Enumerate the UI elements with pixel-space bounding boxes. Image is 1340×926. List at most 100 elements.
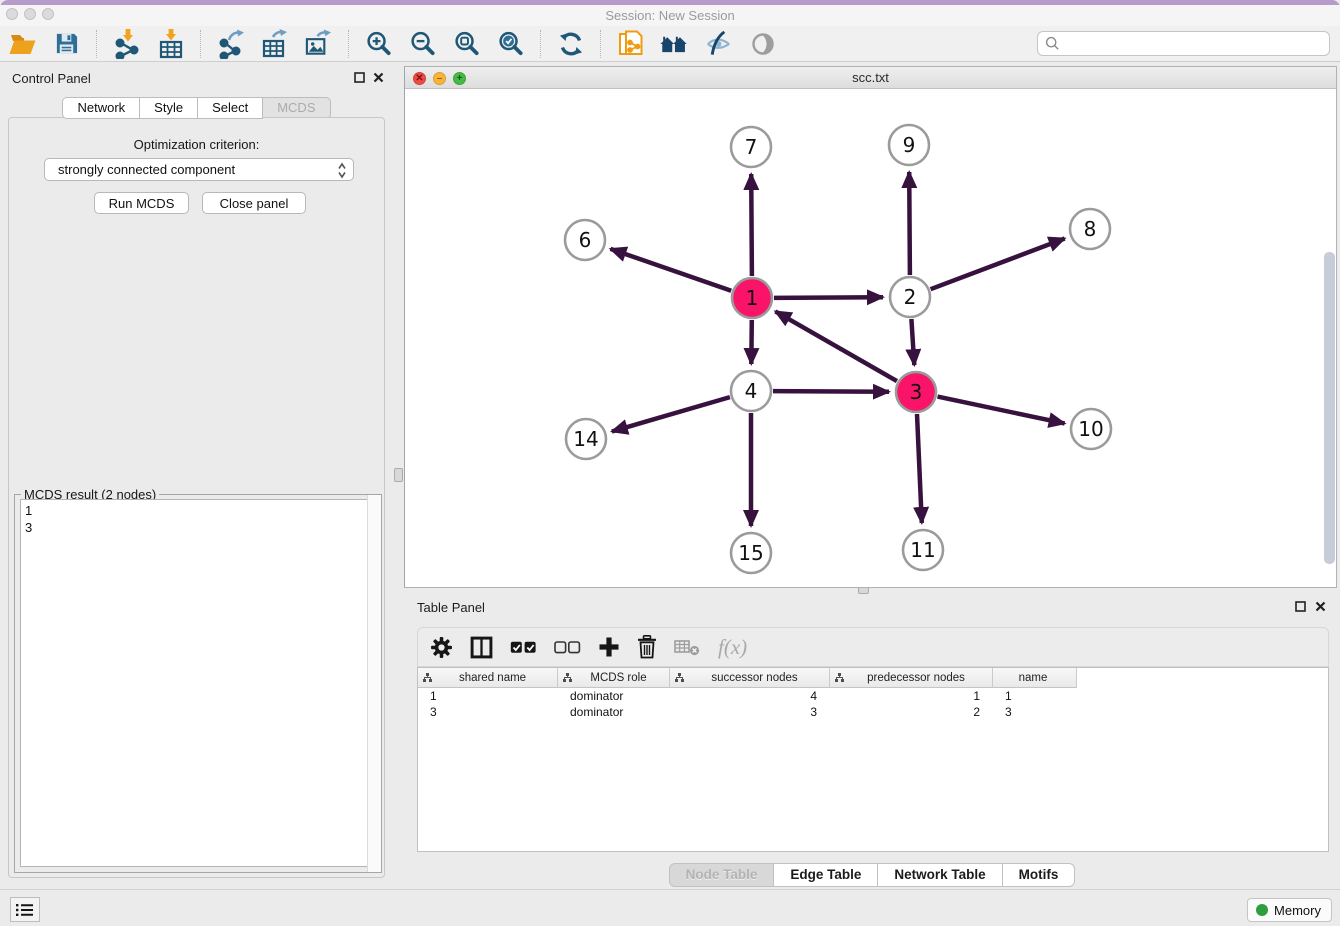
graph-edge-2-3[interactable] xyxy=(911,319,914,365)
unselect-all-columns-icon[interactable] xyxy=(554,641,581,654)
export-table-icon[interactable] xyxy=(260,29,289,59)
graph-edge-1-2[interactable] xyxy=(774,297,883,298)
table-cell: 3 xyxy=(993,704,1077,720)
select-all-columns-icon[interactable] xyxy=(510,641,537,654)
control-tab-style[interactable]: Style xyxy=(139,97,198,119)
graph-node-9[interactable]: 9 xyxy=(889,125,929,165)
column-header-name[interactable]: name xyxy=(993,668,1077,688)
close-panel-button[interactable]: Close panel xyxy=(202,192,306,214)
graph-edge-3-11[interactable] xyxy=(917,414,922,523)
zoom-out-icon[interactable] xyxy=(408,29,437,59)
control-tab-select[interactable]: Select xyxy=(197,97,263,119)
toolbar-separator xyxy=(200,30,201,58)
table-cell: 1 xyxy=(830,688,993,704)
mcds-result-text[interactable]: 13 xyxy=(20,499,376,867)
horizontal-splitter-grip[interactable] xyxy=(858,587,869,594)
table-cell: 3 xyxy=(418,704,558,720)
control-panel: Control Panel NetworkStyleSelectMCDS Opt… xyxy=(0,62,393,889)
graph-edge-1-7[interactable] xyxy=(751,174,752,276)
graph-edge-3-1[interactable] xyxy=(775,311,897,381)
node-table: shared nameMCDS rolesuccessor nodesprede… xyxy=(417,667,1329,852)
optimization-criterion-select[interactable]: strongly connected component xyxy=(44,158,354,181)
table-options-icon[interactable] xyxy=(430,636,453,659)
table-cell: dominator xyxy=(558,688,670,704)
graph-node-14[interactable]: 14 xyxy=(566,419,606,459)
show-all-icon[interactable] xyxy=(748,29,777,59)
graph-node-4[interactable]: 4 xyxy=(731,371,771,411)
column-header-predecessor-nodes[interactable]: predecessor nodes xyxy=(830,668,993,688)
export-network-icon[interactable] xyxy=(216,29,245,59)
control-panel-header: Control Panel xyxy=(0,62,393,92)
graph-node-15[interactable]: 15 xyxy=(731,533,771,573)
control-tab-mcds[interactable]: MCDS xyxy=(262,97,330,119)
table-panel-title: Table Panel xyxy=(417,600,485,615)
apply-layout-icon[interactable] xyxy=(556,29,585,59)
delete-column-icon[interactable] xyxy=(637,635,657,659)
table-cell: 1 xyxy=(418,688,558,704)
column-header-successor-nodes[interactable]: successor nodes xyxy=(670,668,830,688)
network-canvas[interactable]: 7 9 6 8 1 2 4 3 14 10 15 11 xyxy=(405,89,1336,587)
control-panel-float-button[interactable] xyxy=(353,71,366,84)
graph-node-7[interactable]: 7 xyxy=(731,127,771,167)
mcds-result-scrollbar[interactable] xyxy=(367,495,381,872)
graph-node-10[interactable]: 10 xyxy=(1071,409,1111,449)
add-column-icon[interactable] xyxy=(598,636,620,658)
save-session-icon[interactable] xyxy=(52,29,81,59)
clone-network-icon[interactable] xyxy=(616,29,645,59)
statusbar: Memory xyxy=(0,889,1340,926)
export-image-icon[interactable] xyxy=(304,29,333,59)
toolbar-separator xyxy=(600,30,601,58)
graph-edge-3-10[interactable] xyxy=(938,397,1065,424)
svg-text:7: 7 xyxy=(745,135,758,159)
graph-edge-2-9[interactable] xyxy=(909,172,910,275)
graph-node-1[interactable]: 1 xyxy=(732,278,772,318)
import-network-icon[interactable] xyxy=(112,29,141,59)
import-table-icon[interactable] xyxy=(156,29,185,59)
table-tab-node-table[interactable]: Node Table xyxy=(669,863,775,887)
task-history-button[interactable] xyxy=(10,897,40,922)
zoom-in-icon[interactable] xyxy=(364,29,393,59)
search-input[interactable] xyxy=(1064,34,1329,54)
table-tab-motifs[interactable]: Motifs xyxy=(1002,863,1076,887)
table-row[interactable]: 3dominator323 xyxy=(418,704,1328,720)
column-type-icon xyxy=(423,673,432,682)
network-window-titlebar[interactable]: ✕ – + scc.txt xyxy=(405,67,1336,89)
graph-node-6[interactable]: 6 xyxy=(565,220,605,260)
svg-text:4: 4 xyxy=(745,379,758,403)
control-tab-network[interactable]: Network xyxy=(62,97,140,119)
run-mcds-button[interactable]: Run MCDS xyxy=(94,192,189,214)
table-tab-edge-table[interactable]: Edge Table xyxy=(773,863,878,887)
graph-edge-1-6[interactable] xyxy=(611,249,732,291)
table-tab-network-table[interactable]: Network Table xyxy=(877,863,1002,887)
table-row[interactable]: 1dominator411 xyxy=(418,688,1328,704)
table-panel-close-button[interactable] xyxy=(1314,600,1327,613)
network-scrollbar[interactable] xyxy=(1324,252,1335,564)
column-header-mcds-role[interactable]: MCDS role xyxy=(558,668,670,688)
graph-node-8[interactable]: 8 xyxy=(1070,209,1110,249)
control-panel-close-button[interactable] xyxy=(372,71,385,84)
graph-node-3[interactable]: 3 xyxy=(896,372,936,412)
table-cell: 3 xyxy=(670,704,830,720)
column-header-shared-name[interactable]: shared name xyxy=(418,668,558,688)
memory-button-label: Memory xyxy=(1274,903,1321,918)
vertical-splitter-grip[interactable] xyxy=(394,468,403,482)
memory-button[interactable]: Memory xyxy=(1247,898,1332,922)
graph-node-11[interactable]: 11 xyxy=(903,530,943,570)
function-builder-icon[interactable]: f(x) xyxy=(718,635,747,660)
hide-selected-icon[interactable] xyxy=(704,29,733,59)
delete-table-icon[interactable] xyxy=(674,638,701,656)
network-window: ✕ – + scc.txt 7 9 6 8 1 2 4 3 14 10 15 11 xyxy=(404,66,1337,588)
open-session-icon[interactable] xyxy=(8,29,37,59)
table-panel-float-button[interactable] xyxy=(1294,600,1307,613)
graph-edge-4-14[interactable] xyxy=(612,397,730,431)
graph-edge-2-8[interactable] xyxy=(931,239,1065,290)
select-stepper-icon xyxy=(337,162,347,182)
column-layout-icon[interactable] xyxy=(470,636,493,659)
first-neighbors-icon[interactable] xyxy=(660,29,689,59)
zoom-fit-icon[interactable] xyxy=(452,29,481,59)
optimization-criterion-value: strongly connected component xyxy=(58,162,235,177)
graph-edge-4-3[interactable] xyxy=(773,391,889,392)
zoom-selected-icon[interactable] xyxy=(496,29,525,59)
graph-edge-1-4[interactable] xyxy=(751,320,752,364)
graph-node-2[interactable]: 2 xyxy=(890,277,930,317)
